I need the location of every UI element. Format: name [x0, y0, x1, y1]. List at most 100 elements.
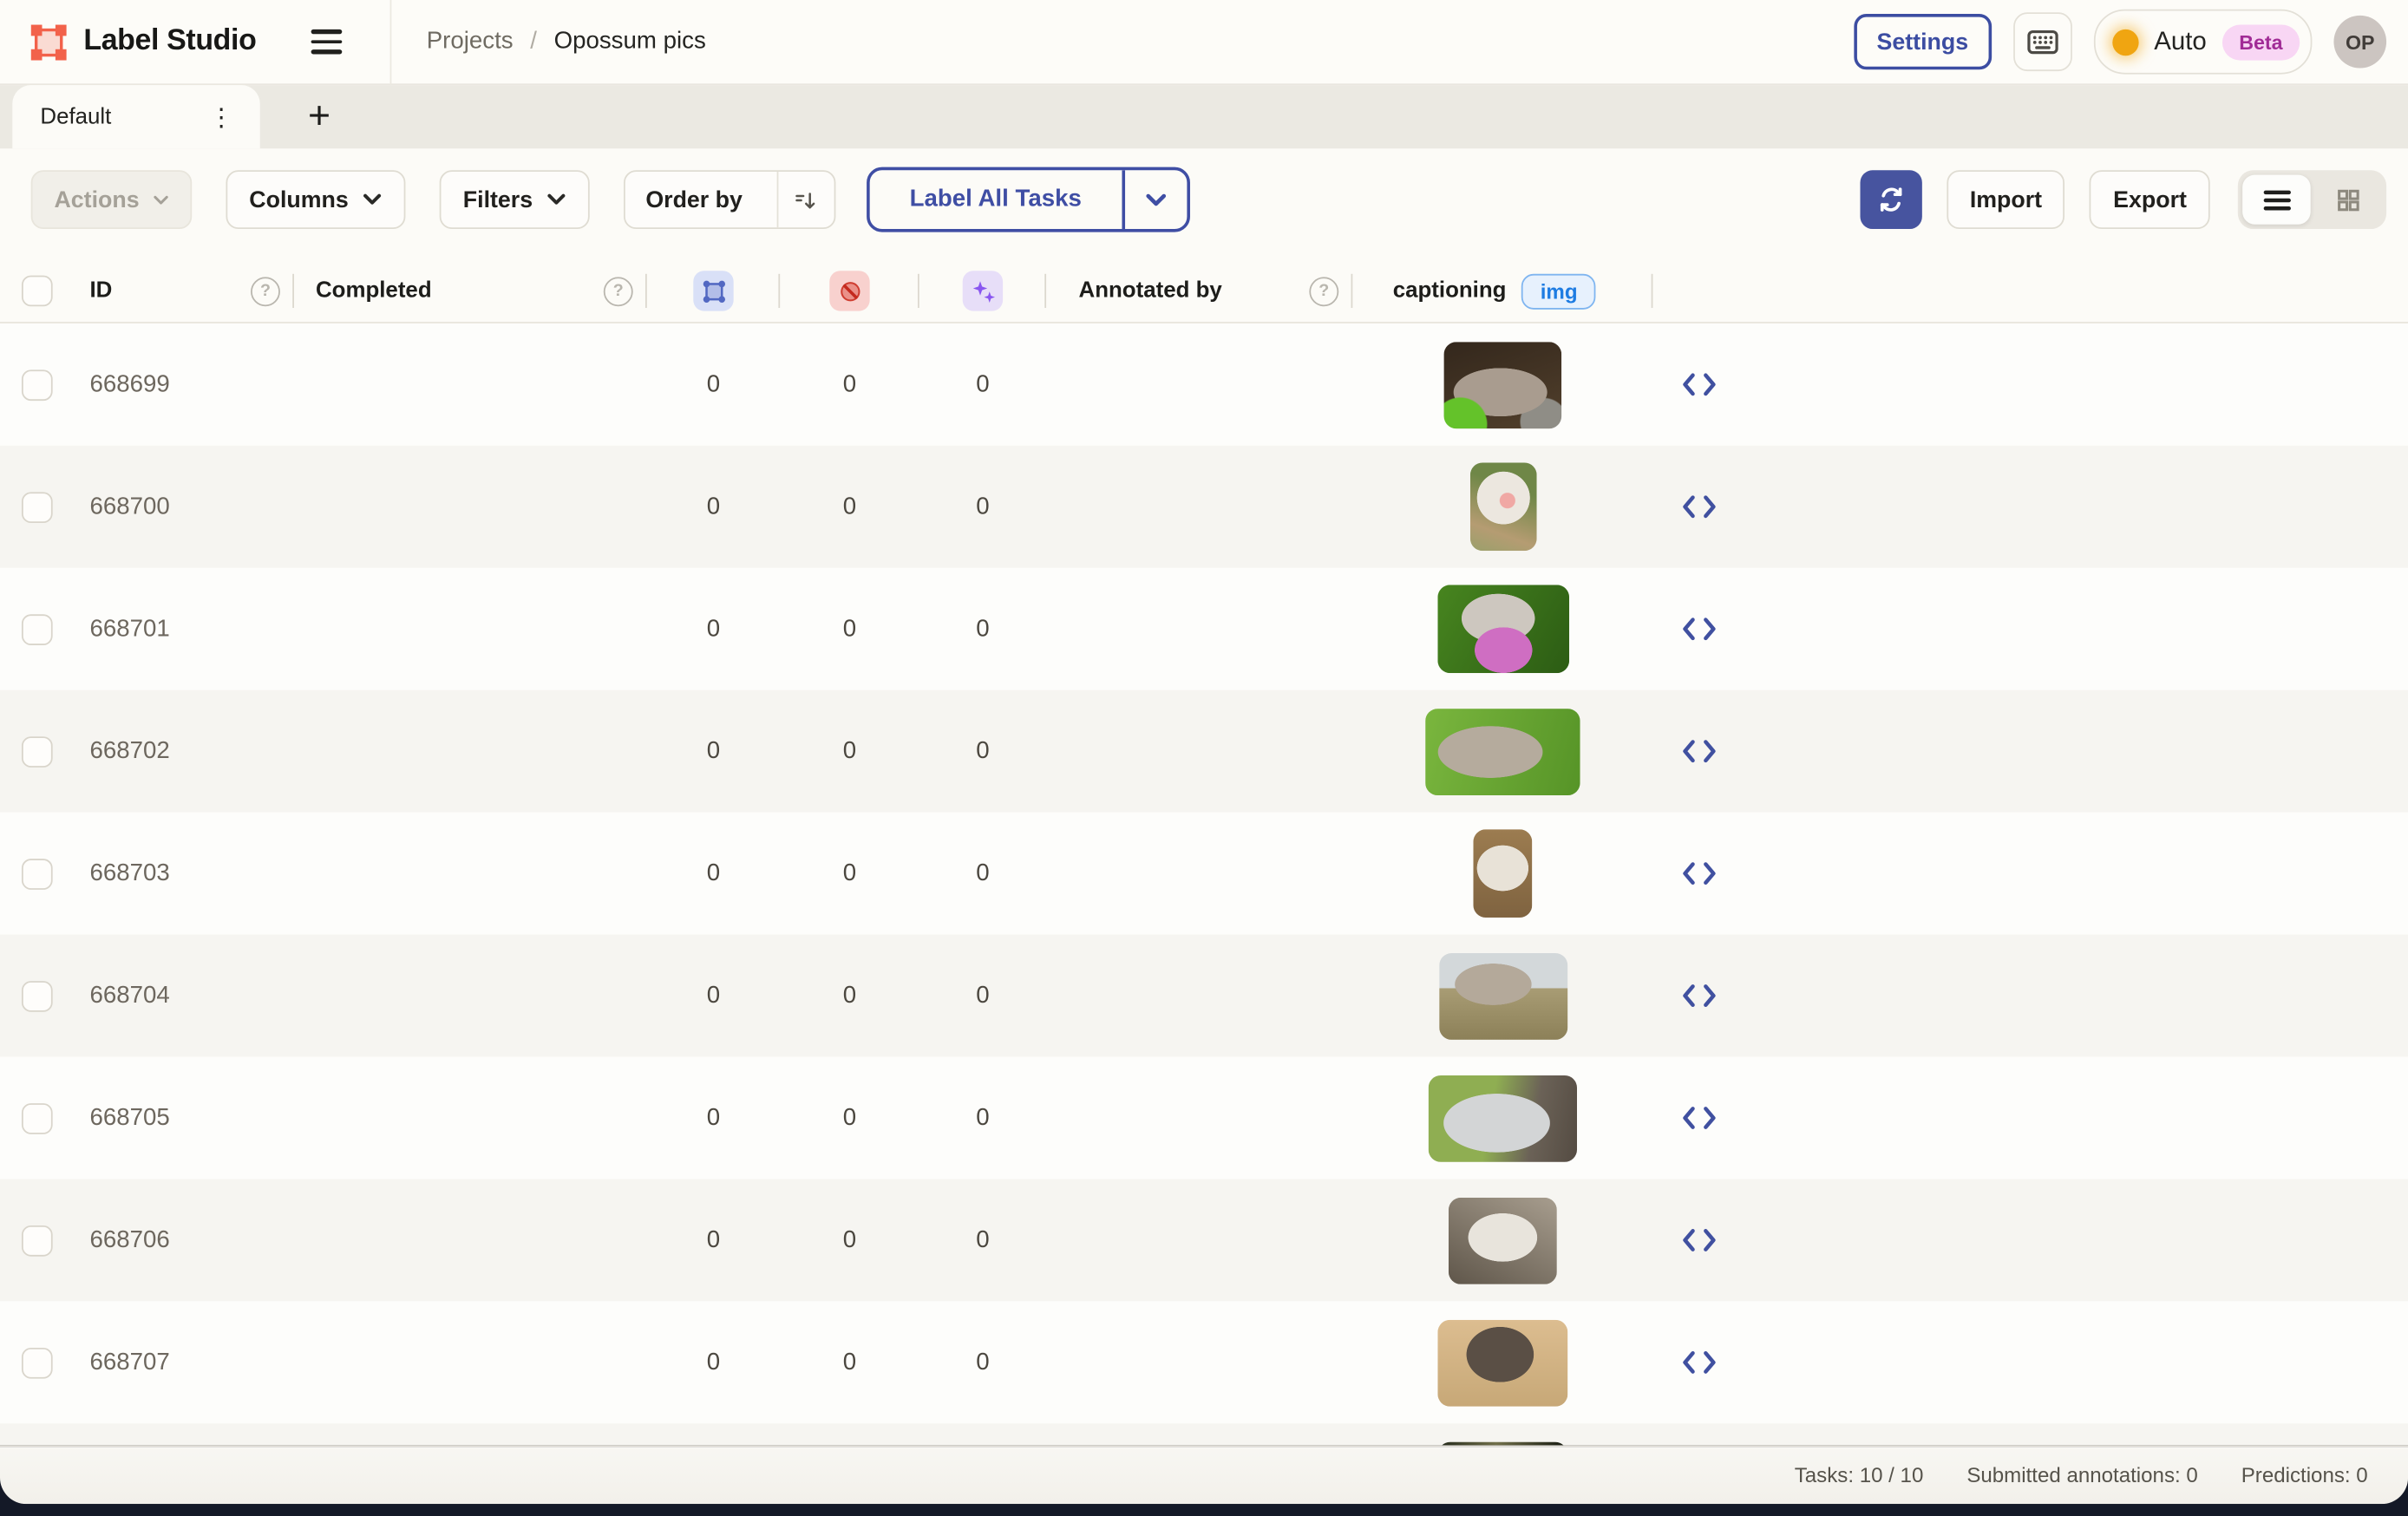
grid-view-button[interactable] [2313, 175, 2382, 225]
settings-button[interactable]: Settings [1854, 14, 1992, 69]
show-source-button[interactable] [1652, 1057, 1745, 1179]
column-header-annotated-by[interactable]: Annotated by [1079, 278, 1222, 304]
row-checkbox[interactable] [22, 1225, 53, 1256]
task-thumbnail[interactable] [1437, 1319, 1567, 1406]
add-tab-button[interactable]: + [298, 97, 339, 136]
row-checkbox[interactable] [22, 613, 53, 644]
row-id: 668699 [89, 370, 169, 398]
row-checkbox[interactable] [22, 980, 53, 1011]
show-source-button[interactable] [1652, 935, 1745, 1057]
table-row[interactable]: 668705 0 0 0 [0, 1057, 2408, 1179]
select-all-checkbox[interactable] [22, 276, 53, 307]
sort-direction-icon[interactable] [776, 172, 834, 227]
import-button[interactable]: Import [1947, 170, 2065, 229]
cancelled-annotations-column-icon[interactable] [829, 271, 869, 310]
code-icon [1681, 1349, 1718, 1376]
table-row[interactable]: 668706 0 0 0 [0, 1179, 2408, 1301]
column-header-id[interactable]: ID [89, 278, 112, 304]
beta-badge: Beta [2222, 24, 2300, 60]
breadcrumb-projects[interactable]: Projects [427, 28, 514, 56]
auto-mode-toggle[interactable]: Auto Beta [2094, 10, 2313, 75]
user-avatar[interactable]: OP [2333, 16, 2386, 69]
cancelled-count: 0 [780, 1104, 919, 1132]
table-row[interactable]: 668704 0 0 0 [0, 935, 2408, 1057]
show-source-button[interactable] [1652, 690, 1745, 813]
show-source-button[interactable] [1652, 813, 1745, 935]
keyboard-icon [2024, 23, 2061, 61]
breadcrumb-project-name: Opossum pics [554, 28, 706, 56]
annotations-count: 0 [647, 982, 780, 1010]
label-all-tasks-button[interactable]: Label All Tasks [867, 167, 1190, 232]
predictions-count: 0 [919, 370, 1046, 398]
table-row[interactable]: 668702 0 0 0 [0, 690, 2408, 813]
tab-default[interactable]: Default ⋮ [12, 85, 259, 148]
annotations-count: 0 [647, 615, 780, 643]
annotations-count: 0 [647, 370, 780, 398]
export-button[interactable]: Export [2090, 170, 2209, 229]
row-checkbox[interactable] [22, 491, 53, 522]
columns-button[interactable]: Columns [226, 170, 406, 229]
task-thumbnail[interactable] [1469, 462, 1536, 551]
predictions-count: 0 [919, 859, 1046, 887]
keyboard-shortcuts-button[interactable] [2013, 12, 2072, 71]
row-id: 668704 [89, 982, 169, 1010]
table-header: ID ? Completed ? [0, 260, 2408, 323]
label-all-tasks-label: Label All Tasks [869, 170, 1122, 229]
predictions-column-icon[interactable] [963, 271, 1003, 310]
row-checkbox[interactable] [22, 1347, 53, 1378]
task-thumbnail[interactable] [1425, 708, 1580, 794]
table-row[interactable]: 668707 0 0 0 [0, 1301, 2408, 1423]
row-id: 668703 [89, 859, 169, 887]
task-thumbnail[interactable] [1438, 952, 1567, 1039]
order-by-button[interactable]: Order by [624, 170, 835, 229]
columns-label: Columns [249, 186, 348, 212]
row-id: 668700 [89, 493, 169, 520]
row-checkbox[interactable] [22, 735, 53, 767]
row-checkbox[interactable] [22, 1102, 53, 1134]
submitted-annotations-count: Submitted annotations: 0 [1966, 1464, 2197, 1487]
task-thumbnail[interactable] [1437, 585, 1569, 673]
table-row[interactable]: 668699 0 0 0 [0, 323, 2408, 446]
tab-menu-kebab-icon[interactable]: ⋮ [203, 98, 240, 135]
list-view-button[interactable] [2242, 175, 2311, 225]
cancelled-count: 0 [780, 859, 919, 887]
show-source-button[interactable] [1652, 1179, 1745, 1301]
breadcrumb-separator: / [530, 28, 537, 56]
table-row[interactable]: 668700 0 0 0 [0, 446, 2408, 568]
task-thumbnail[interactable] [1473, 829, 1532, 918]
code-icon [1681, 493, 1718, 519]
task-thumbnail[interactable] [1449, 1197, 1557, 1284]
show-source-button[interactable] [1652, 323, 1745, 446]
show-source-button[interactable] [1652, 446, 1745, 568]
row-id: 668701 [89, 615, 169, 643]
app-logo[interactable]: Label Studio [31, 24, 257, 60]
row-checkbox[interactable] [22, 369, 53, 401]
filters-button[interactable]: Filters [440, 170, 590, 229]
annotations-column-icon[interactable] [693, 271, 733, 310]
tasks-count: Tasks: 10 / 10 [1795, 1464, 1924, 1487]
show-source-button[interactable] [1652, 1301, 1745, 1423]
show-source-button[interactable] [1652, 568, 1745, 690]
table-row[interactable]: 668703 0 0 0 [0, 813, 2408, 935]
chevron-down-icon [154, 194, 169, 205]
auto-label: Auto [2154, 27, 2207, 56]
actions-button[interactable]: Actions [31, 170, 193, 229]
help-icon[interactable]: ? [251, 276, 280, 305]
help-icon[interactable]: ? [604, 276, 633, 305]
help-icon[interactable]: ? [1309, 276, 1338, 305]
task-thumbnail[interactable] [1429, 1075, 1577, 1161]
table-row[interactable]: 668701 0 0 0 [0, 568, 2408, 690]
predictions-count: 0 [919, 1226, 1046, 1254]
menu-hamburger-icon[interactable] [303, 18, 350, 65]
task-thumbnail[interactable] [1444, 341, 1562, 428]
column-header-captioning[interactable]: captioning [1393, 278, 1507, 304]
column-header-completed[interactable]: Completed [316, 278, 432, 304]
code-icon [1681, 860, 1718, 886]
label-all-tasks-dropdown[interactable] [1122, 170, 1187, 229]
refresh-button[interactable] [1860, 170, 1921, 229]
cancelled-count: 0 [780, 493, 919, 520]
top-bar: Label Studio Projects / Opossum pics Set… [0, 0, 2408, 85]
predictions-count: 0 [919, 1349, 1046, 1376]
annotations-count: 0 [647, 737, 780, 765]
row-checkbox[interactable] [22, 858, 53, 889]
